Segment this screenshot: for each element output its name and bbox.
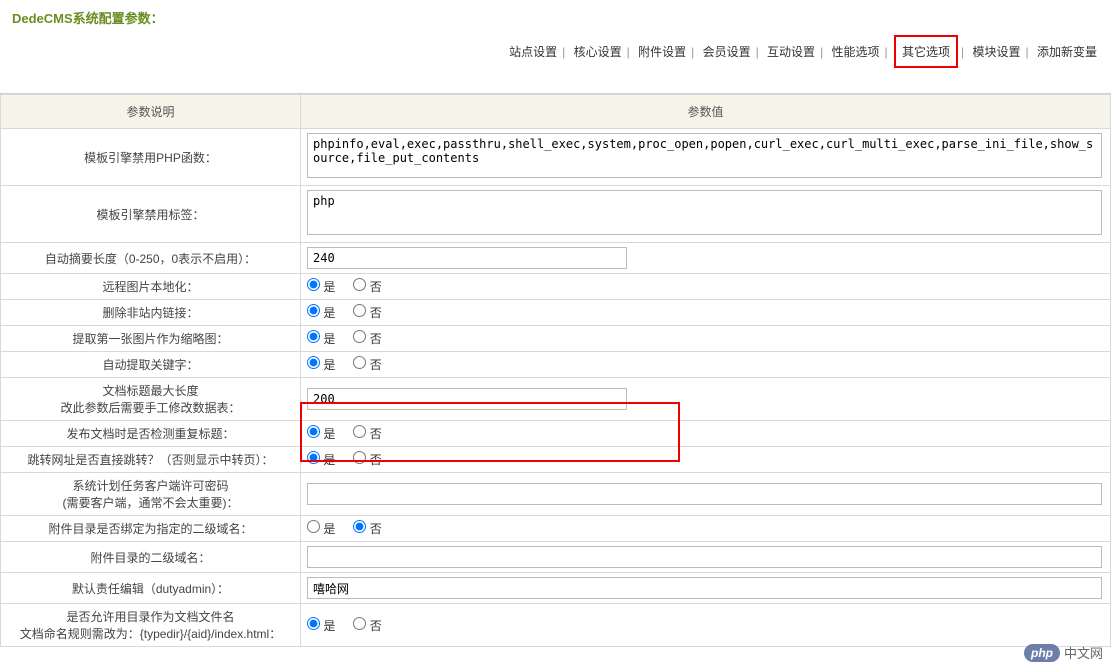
attachbind-no[interactable] (353, 520, 366, 533)
table-row: 文档标题最大长度 改此参数后需要手工修改数据表： (1, 378, 1111, 421)
config-tabs: 站点设置| 核心设置| 附件设置| 会员设置| 互动设置| 性能选项| 其它选项… (0, 31, 1111, 74)
table-row: 远程图片本地化： 是 否 (1, 274, 1111, 300)
row-dirasfile-label: 是否允许用目录作为文档文件名 文档命名规则需改为：{typedir}/{aid}… (1, 604, 301, 647)
table-row: 默认责任编辑（dutyadmin）： (1, 573, 1111, 604)
row-attachdomain-label: 附件目录的二级域名： (1, 542, 301, 573)
tag-deny-input[interactable] (307, 190, 1102, 235)
row-attachbind-label: 附件目录是否绑定为指定的二级域名： (1, 516, 301, 542)
watermark-php: php (1024, 644, 1060, 662)
col-value: 参数值 (301, 95, 1111, 129)
table-row: 跳转网址是否直接跳转？（否则显示中转页）： 是 否 (1, 447, 1111, 473)
tab-core[interactable]: 核心设置 (572, 41, 624, 62)
attachdomain-input[interactable] (307, 546, 1102, 568)
del-extlink-no[interactable] (353, 304, 366, 317)
firstimg-no[interactable] (353, 330, 366, 343)
php-deny-input[interactable] (307, 133, 1102, 178)
table-row: 附件目录的二级域名： (1, 542, 1111, 573)
firstimg-yes[interactable] (307, 330, 320, 343)
row-duptitle-label: 发布文档时是否检测重复标题： (1, 421, 301, 447)
watermark: php 中文网 (1024, 643, 1103, 662)
tab-member[interactable]: 会员设置 (701, 41, 753, 62)
row-auto-kw-label: 自动提取关键字： (1, 352, 301, 378)
table-row: 系统计划任务客户端许可密码 (需要客户端，通常不会太重要)： (1, 473, 1111, 516)
tab-other[interactable]: 其它选项 (902, 43, 950, 60)
dirasfile-yes[interactable] (307, 617, 320, 630)
titlemax-input[interactable] (307, 388, 627, 410)
table-row: 是否允许用目录作为文档文件名 文档命名规则需改为：{typedir}/{aid}… (1, 604, 1111, 647)
remote-img-no[interactable] (353, 278, 366, 291)
tab-module[interactable]: 模块设置 (971, 41, 1023, 62)
table-row: 自动摘要长度（0-250，0表示不启用）： (1, 243, 1111, 274)
duptitle-yes[interactable] (307, 425, 320, 438)
redirect-no[interactable] (353, 451, 366, 464)
redirect-yes[interactable] (307, 451, 320, 464)
row-del-extlink-label: 删除非站内链接： (1, 300, 301, 326)
tab-attachment[interactable]: 附件设置 (636, 41, 688, 62)
col-desc: 参数说明 (1, 95, 301, 129)
row-sysplan-label: 系统计划任务客户端许可密码 (需要客户端，通常不会太重要)： (1, 473, 301, 516)
table-row: 删除非站内链接： 是 否 (1, 300, 1111, 326)
row-auto-summary-label: 自动摘要长度（0-250，0表示不启用）： (1, 243, 301, 274)
tab-site[interactable]: 站点设置 (507, 41, 559, 62)
autokw-yes[interactable] (307, 356, 320, 369)
tab-other-highlight: 其它选项 (894, 35, 958, 68)
table-row: 自动提取关键字： 是 否 (1, 352, 1111, 378)
table-row: 提取第一张图片作为缩略图： 是 否 (1, 326, 1111, 352)
dirasfile-no[interactable] (353, 617, 366, 630)
del-extlink-yes[interactable] (307, 304, 320, 317)
tab-addvar[interactable]: 添加新变量 (1035, 41, 1099, 62)
row-tag-deny-label: 模板引擎禁用标签： (1, 186, 301, 243)
auto-summary-input[interactable] (307, 247, 627, 269)
autokw-no[interactable] (353, 356, 366, 369)
remote-img-yes[interactable] (307, 278, 320, 291)
row-titlemax-label: 文档标题最大长度 改此参数后需要手工修改数据表： (1, 378, 301, 421)
attachbind-yes[interactable] (307, 520, 320, 533)
watermark-cn: 中文网 (1064, 643, 1103, 662)
tab-interact[interactable]: 互动设置 (765, 41, 817, 62)
config-table: 参数说明 参数值 模板引擎禁用PHP函数： 模板引擎禁用标签： 自动摘要长度（0… (0, 94, 1111, 647)
page-title: DedeCMS系统配置参数： (12, 11, 164, 26)
tab-performance[interactable]: 性能选项 (830, 41, 882, 62)
row-first-img-label: 提取第一张图片作为缩略图： (1, 326, 301, 352)
sysplan-input[interactable] (307, 483, 1102, 505)
duptitle-no[interactable] (353, 425, 366, 438)
row-redirect-label: 跳转网址是否直接跳转？（否则显示中转页）： (1, 447, 301, 473)
row-php-deny-label: 模板引擎禁用PHP函数： (1, 129, 301, 186)
row-remote-img-label: 远程图片本地化： (1, 274, 301, 300)
table-row: 模板引擎禁用标签： (1, 186, 1111, 243)
row-dutyadmin-label: 默认责任编辑（dutyadmin）： (1, 573, 301, 604)
dutyadmin-input[interactable] (307, 577, 1102, 599)
table-row: 发布文档时是否检测重复标题： 是 否 (1, 421, 1111, 447)
table-row: 附件目录是否绑定为指定的二级域名： 是 否 (1, 516, 1111, 542)
table-row: 模板引擎禁用PHP函数： (1, 129, 1111, 186)
